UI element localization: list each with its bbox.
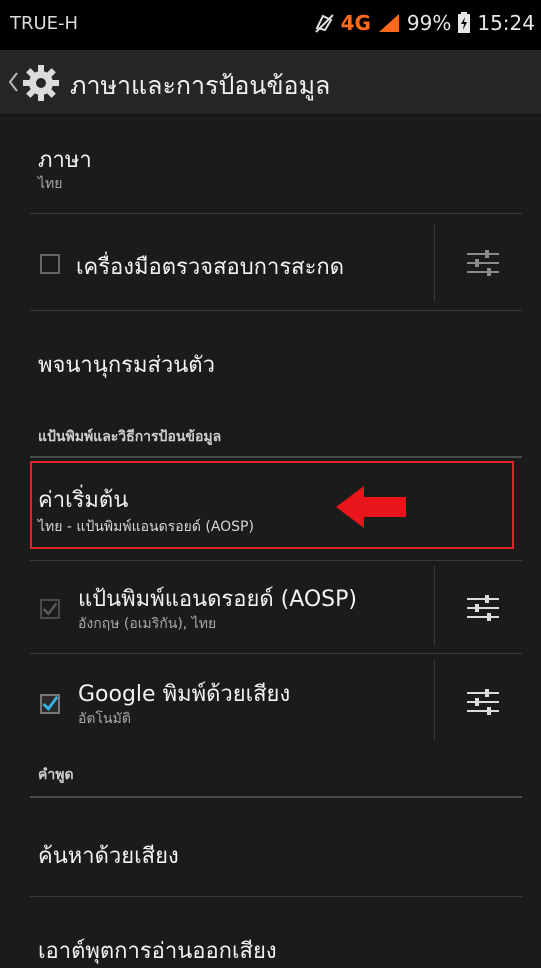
carrier-label: TRUE-H — [10, 13, 79, 34]
battery-percent: 99% — [406, 11, 452, 35]
settings-gear-icon[interactable] — [22, 64, 60, 102]
section-divider — [30, 456, 522, 458]
battery-charging-icon — [458, 12, 471, 33]
aosp-keyboard-checkbox[interactable] — [40, 599, 60, 619]
aosp-keyboard-title: แป้นพิมพ์แอนดรอยด์ (AOSP) — [78, 587, 357, 612]
spell-checker-label: เครื่องมือตรวจสอบการสะกด — [76, 255, 345, 280]
page-title: ภาษาและการป้อนข้อมูล — [70, 71, 331, 100]
action-bar: ภาษาและการป้อนข้อมูล — [0, 50, 541, 115]
vertical-divider — [434, 566, 435, 646]
highlight-box — [30, 461, 514, 549]
google-voice-settings-icon[interactable] — [465, 687, 501, 717]
signal-icon — [378, 14, 399, 32]
speech-section-header: คำพูด — [38, 767, 74, 783]
tts-output-label: เอาต์พุตการอ่านออกเสียง — [38, 939, 277, 964]
clock: 15:24 — [477, 11, 535, 35]
network-type: 4G — [340, 11, 371, 35]
language-setting[interactable]: ภาษา ไทย — [0, 115, 541, 213]
personal-dictionary-label: พจนานุกรมส่วนตัว — [38, 353, 215, 378]
vertical-divider — [434, 224, 435, 302]
google-voice-typing-setting[interactable]: Google พิมพ์ด้วยเสียง อัตโนมัติ — [0, 654, 541, 746]
personal-dictionary-setting[interactable]: พจนานุกรมส่วนตัว — [0, 311, 541, 403]
spell-checker-setting[interactable]: เครื่องมือตรวจสอบการสะกด — [0, 214, 541, 310]
language-value: ไทย — [38, 176, 63, 192]
aosp-keyboard-languages: อังกฤษ (อเมริกัน), ไทย — [78, 616, 217, 632]
voice-search-setting[interactable]: ค้นหาด้วยเสียง — [0, 798, 541, 896]
google-voice-typing-mode: อัตโนมัติ — [78, 711, 131, 727]
spell-checker-settings-icon[interactable] — [465, 248, 501, 278]
mute-icon — [314, 14, 334, 33]
aosp-keyboard-setting[interactable]: แป้นพิมพ์แอนดรอยด์ (AOSP) อังกฤษ (อเมริก… — [0, 561, 541, 653]
status-icons: 4G 99% 15:24 — [313, 11, 535, 35]
status-bar: TRUE-H 4G 99% 15:24 — [0, 0, 541, 50]
voice-search-label: ค้นหาด้วยเสียง — [38, 844, 179, 869]
tts-output-setting[interactable]: เอาต์พุตการอ่านออกเสียง — [0, 897, 541, 965]
google-voice-typing-checkbox[interactable] — [40, 694, 60, 714]
vertical-divider — [434, 660, 435, 740]
keyboard-section-header: แป้นพิมพ์และวิธีการป้อนข้อมูล — [38, 429, 222, 445]
spell-checker-checkbox[interactable] — [40, 254, 60, 274]
back-chevron-icon[interactable] — [8, 72, 18, 92]
google-voice-typing-title: Google พิมพ์ด้วยเสียง — [78, 682, 291, 707]
red-arrow-icon — [336, 486, 406, 528]
language-title: ภาษา — [38, 148, 92, 173]
aosp-keyboard-settings-icon[interactable] — [465, 593, 501, 623]
